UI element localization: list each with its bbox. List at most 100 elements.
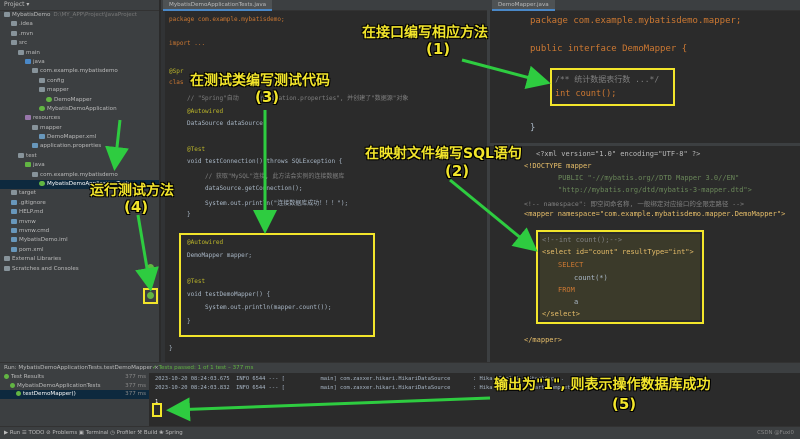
folder-icon <box>11 190 17 196</box>
code-comment-mysql: // 获取"MySQL"连接, 此方法会实例的连接数据库 <box>205 173 345 180</box>
test-results-tree: Test Results 377 ms MybatisDemoApplication… <box>0 373 150 426</box>
annotation-1-text: 在接口编写相应方法 <box>362 25 488 41</box>
project-tree-item[interactable]: .mvn <box>0 30 159 39</box>
project-tree-item[interactable]: src <box>0 39 159 48</box>
src-icon <box>25 58 31 64</box>
annotation-2-number: (2) <box>445 162 470 180</box>
test-result-row[interactable]: MybatisDemoApplicationTests 377 ms <box>0 382 149 391</box>
project-tree-item[interactable]: java <box>0 58 159 67</box>
code-brace-1: } <box>187 211 191 218</box>
project-tree-item[interactable]: .idea <box>0 20 159 29</box>
test-result-time: 377 ms <box>125 391 146 397</box>
project-tree-label: mapper <box>47 87 69 94</box>
project-tree-item[interactable]: application.properties <box>0 142 159 151</box>
test-result-row[interactable]: Test Results 377 ms <box>0 373 149 382</box>
project-tree-item[interactable]: pom.xml <box>0 246 159 255</box>
code-println-count: System.out.println(mapper.count()); <box>205 304 332 311</box>
project-tree-item[interactable]: DemoMapper <box>0 96 159 105</box>
project-tree-item[interactable]: mvnw <box>0 218 159 227</box>
editor-right-bottom[interactable]: <?xml version="1.0" encoding="UTF-8" ?> … <box>490 146 800 362</box>
tool-window-bar: ▶ Run ☰ TODO ⊘ Problems ▣ Terminal ◷ Pro… <box>0 426 800 439</box>
editor-left[interactable]: package com.example.mybatisdemo; import … <box>161 11 487 362</box>
highlight-box-output <box>152 403 162 417</box>
project-tree-item[interactable]: resources <box>0 114 159 123</box>
sql-select-keyword: SELECT <box>558 261 584 269</box>
xml-doctype: <!DOCTYPE mapper <box>524 162 592 170</box>
folder-icon <box>18 49 24 55</box>
file-icon <box>11 237 17 243</box>
run-test-icon[interactable] <box>147 292 154 299</box>
code-autowired-datasource: @Autowired <box>187 108 224 115</box>
project-tree-item[interactable]: com.example.mybatisdemo <box>0 67 159 76</box>
xml-select-close: </select> <box>542 310 580 318</box>
annotation-5-number: (5) <box>612 395 637 413</box>
annotation-4-text: 运行测试方法 <box>90 183 174 199</box>
code-test-annotation-1: @Test <box>187 146 206 153</box>
xml-public-id: PUBLIC "-//mybatis.org//DTD Mapper 3.0//… <box>558 174 740 182</box>
sql-from-keyword: FROM <box>558 286 575 294</box>
project-tree-label: com.example.mybatisdemo <box>40 68 118 75</box>
file-icon <box>11 246 17 252</box>
code-line-import: import ... <box>169 40 206 47</box>
project-path: D:\MY_APP\Project\JavaProject <box>53 12 137 18</box>
code-brace-3: } <box>169 345 173 352</box>
project-tree-item[interactable]: MybatisDemoApplication <box>0 105 159 114</box>
project-tree-label: com.example.mybatisdemo <box>40 171 118 178</box>
project-tree-item[interactable]: java <box>0 161 159 170</box>
project-tree-item[interactable]: mapper <box>0 124 159 133</box>
project-tree-item[interactable]: mapper <box>0 86 159 95</box>
passed-icon <box>4 374 9 379</box>
annotation-4-number: (4) <box>124 198 149 216</box>
project-tree-label: MybatisDemo.iml <box>19 237 68 244</box>
folder-icon <box>39 87 45 93</box>
project-tree-label: src <box>19 40 28 47</box>
mapper-java-count-method: int count(); <box>555 89 617 99</box>
project-tree-label: pom.xml <box>19 246 44 253</box>
project-tree-label: resources <box>33 115 61 122</box>
file-icon <box>32 143 38 149</box>
mapper-java-comment: /** 统计数据表行数 ...*/ <box>555 75 660 84</box>
test-result-label: Test Results <box>11 374 44 380</box>
project-tree-item[interactable]: MybatisDemo D:\MY_APP\Project\JavaProject <box>0 11 159 20</box>
annotation-3-text: 在测试类编写测试代码 <box>190 73 330 89</box>
code-getconnection: dataSource.getConnection(); <box>205 185 303 192</box>
project-tree-item[interactable]: mvnw.cmd <box>0 227 159 236</box>
project-tree-item[interactable]: External Libraries <box>0 255 159 264</box>
editor-tabbar-right: DemoMapper.java <box>490 0 800 11</box>
project-tree-label: MybatisDemoApplication <box>47 105 117 112</box>
annotation-5-text: 输出为"1", 则表示操作数据库成功 <box>494 377 711 393</box>
java-icon <box>39 181 45 187</box>
file-icon <box>39 134 45 140</box>
tool-window-buttons[interactable]: ▶ Run ☰ TODO ⊘ Problems ▣ Terminal ◷ Pro… <box>4 430 183 436</box>
project-tree-item[interactable]: main <box>0 49 159 58</box>
run-panel-header[interactable]: Run: MybatisDemoApplicationTests.testDem… <box>0 362 800 373</box>
tab-mybatisdemoapplicationtests[interactable]: MybatisDemoApplicationTests.java <box>163 0 273 11</box>
editor-tabbar-left: MybatisDemoApplicationTests.java <box>161 0 487 11</box>
project-panel-header[interactable]: Project ▾ <box>0 0 159 11</box>
file-icon <box>11 209 17 215</box>
editor-right-top[interactable]: package com.example.mybatisdemo.mapper; … <box>490 11 800 143</box>
project-tree-item[interactable]: MybatisDemo.iml <box>0 236 159 245</box>
project-tree-item[interactable]: Scratches and Consoles <box>0 265 159 274</box>
tab-demomapper-java[interactable]: DemoMapper.java <box>492 0 555 11</box>
run-tab-label[interactable]: Run: MybatisDemoApplicationTests.testDem… <box>4 365 159 371</box>
folder-icon <box>4 265 10 271</box>
project-tree-item[interactable]: com.example.mybatisdemo <box>0 171 159 180</box>
run-test-class-icon[interactable] <box>147 264 154 271</box>
res-icon <box>25 115 31 121</box>
project-tree-item[interactable]: test <box>0 152 159 161</box>
test-result-row[interactable]: testDemoMapper() 377 ms <box>0 390 149 399</box>
file-icon <box>11 199 17 205</box>
folder-icon <box>11 40 17 46</box>
xml-declaration: <?xml version="1.0" encoding="UTF-8" ?> <box>536 150 701 158</box>
code-autowired-mapper: @Autowired <box>187 239 224 246</box>
xml-select-open: <select id="count" resultType="int"> <box>542 248 694 256</box>
project-tree-item[interactable]: config <box>0 77 159 86</box>
folder-icon <box>32 68 38 74</box>
project-tree: MybatisDemo D:\MY_APP\Project\JavaProject… <box>0 11 159 274</box>
project-tree-item[interactable]: DemoMapper.xml <box>0 133 159 142</box>
code-line-annotation-partial: @Spr <box>169 68 184 75</box>
test-result-label: MybatisDemoApplicationTests <box>17 382 101 389</box>
code-testdemomapper-signature: void testDemoMapper() { <box>187 291 271 298</box>
code-testconnection-signature: void testConnection() throws SQLExceptio… <box>187 158 343 165</box>
